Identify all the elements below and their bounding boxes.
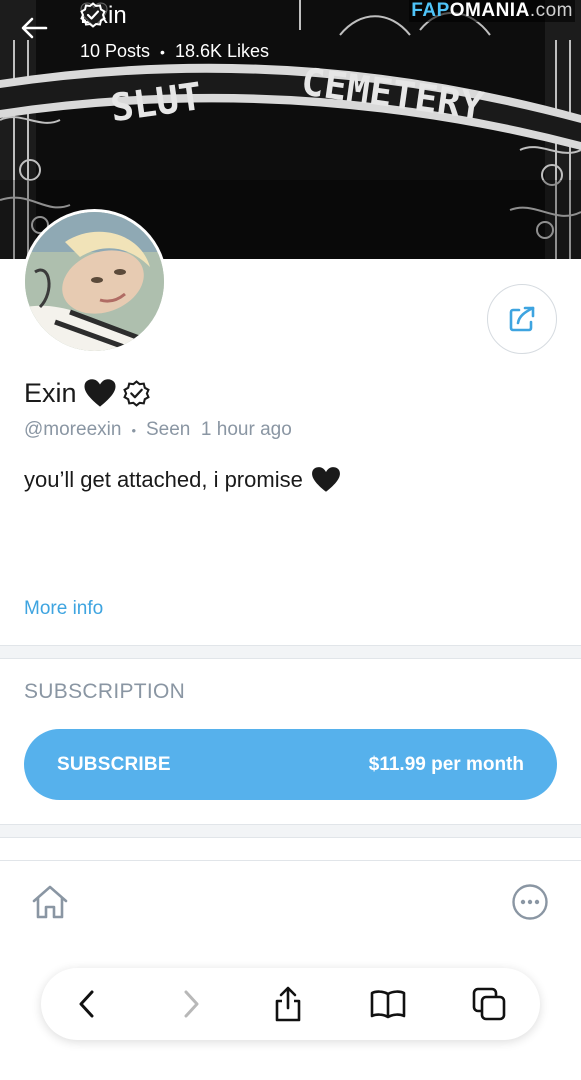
subscribe-label: SUBSCRIBE bbox=[57, 753, 171, 775]
more-info-link[interactable]: More info bbox=[24, 598, 103, 620]
book-icon bbox=[370, 990, 406, 1019]
header-stats: 10 Posts • 18.6K Likes bbox=[80, 41, 269, 62]
black-heart-icon bbox=[84, 379, 116, 407]
likes-count: 18.6K Likes bbox=[174, 41, 270, 61]
profile-handle-row: @moreexin • Seen 1 hour ago bbox=[24, 419, 292, 441]
browser-back-button[interactable] bbox=[65, 982, 109, 1026]
black-heart-icon bbox=[311, 467, 340, 492]
arrow-left-icon bbox=[21, 17, 48, 39]
subscribe-price: $11.99 per month bbox=[368, 753, 524, 775]
home-icon bbox=[32, 885, 68, 919]
more-options-icon bbox=[512, 884, 548, 920]
share-button[interactable] bbox=[487, 284, 557, 354]
watermark: FAP OMANIA .com bbox=[409, 0, 575, 22]
bottom-nav-divider bbox=[0, 860, 581, 861]
tabs-icon bbox=[472, 987, 506, 1021]
share-icon bbox=[509, 306, 535, 332]
avatar-photo bbox=[25, 212, 164, 351]
verified-badge-icon bbox=[122, 380, 150, 407]
browser-toolbar bbox=[41, 968, 540, 1040]
profile-handle: @moreexin bbox=[24, 419, 122, 440]
chevron-left-icon bbox=[79, 990, 94, 1018]
avatar[interactable] bbox=[22, 209, 167, 354]
section-divider bbox=[0, 645, 581, 659]
more-options-button[interactable] bbox=[510, 882, 550, 922]
subscribe-button[interactable]: SUBSCRIBE $11.99 per month bbox=[24, 729, 557, 800]
stats-separator: • bbox=[160, 43, 165, 60]
browser-share-button[interactable] bbox=[266, 982, 310, 1026]
watermark-part1: FAP bbox=[411, 0, 450, 21]
chevron-right-icon bbox=[184, 990, 199, 1018]
back-button[interactable] bbox=[20, 16, 60, 56]
profile-name: Exin bbox=[24, 378, 150, 409]
tabs-button[interactable] bbox=[467, 982, 511, 1026]
section-divider bbox=[0, 824, 581, 838]
header-profile-name: Exin bbox=[80, 2, 127, 30]
watermark-part3: .com bbox=[529, 0, 573, 21]
profile-bio: you’ll get attached, i promise bbox=[24, 466, 341, 494]
subscription-heading: SUBSCRIPTION bbox=[24, 680, 186, 703]
posts-count: 10 Posts bbox=[80, 41, 151, 61]
profile-name-text: Exin bbox=[24, 378, 77, 408]
home-button[interactable] bbox=[28, 880, 72, 924]
share-upload-icon bbox=[275, 986, 301, 1022]
last-seen-status: Seen 1 hour ago bbox=[146, 419, 292, 440]
bookmarks-button[interactable] bbox=[366, 982, 410, 1026]
handle-separator: • bbox=[131, 422, 136, 438]
browser-forward-button[interactable] bbox=[169, 982, 213, 1026]
verified-badge-icon bbox=[80, 2, 106, 28]
bio-text: you’ll get attached, i promise bbox=[24, 467, 303, 492]
watermark-part2: OMANIA bbox=[449, 0, 530, 21]
